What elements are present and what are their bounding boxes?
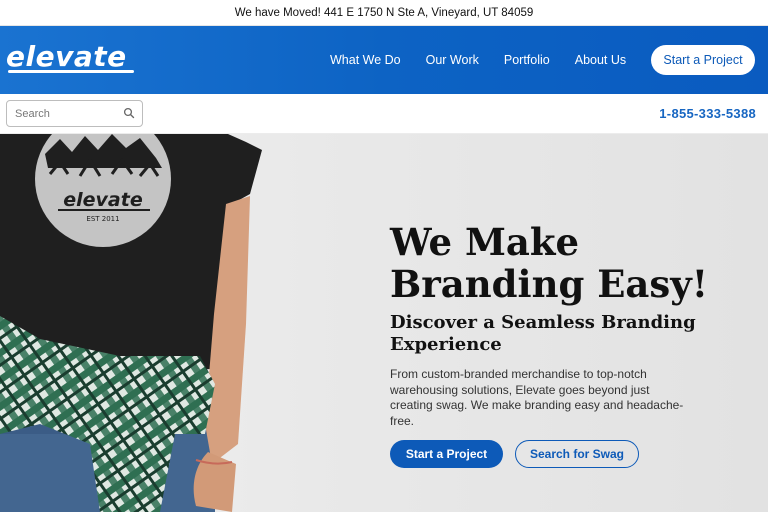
phone-number-link[interactable]: 1-855-333-5388 bbox=[659, 106, 756, 121]
logo-underline bbox=[8, 70, 134, 73]
nav-our-work[interactable]: Our Work bbox=[426, 53, 479, 67]
elevate-logo[interactable]: elevate bbox=[6, 40, 127, 73]
hero-model-photo: elevate EST 2011 bbox=[0, 134, 262, 512]
hero-section: elevate EST 2011 We Make Branding Easy! … bbox=[0, 134, 768, 512]
utility-bar: 1-855-333-5388 bbox=[0, 94, 768, 134]
announcement-bar: We have Moved! 441 E 1750 N Ste A, Viney… bbox=[0, 0, 768, 26]
nav-what-we-do[interactable]: What We Do bbox=[330, 53, 401, 67]
search-for-swag-button[interactable]: Search for Swag bbox=[515, 440, 639, 468]
hero-title-line1: We Make bbox=[390, 220, 580, 264]
search-input[interactable] bbox=[15, 105, 115, 123]
announcement-text: We have Moved! 441 E 1750 N Ste A, Viney… bbox=[234, 6, 534, 19]
hero-title: We Make Branding Easy! bbox=[390, 221, 730, 305]
start-project-nav-button[interactable]: Start a Project bbox=[651, 45, 755, 75]
hero-description: From custom-branded merchandise to top-n… bbox=[390, 367, 684, 428]
nav-links: What We Do Our Work Portfolio About Us bbox=[330, 26, 651, 94]
nav-about-us[interactable]: About Us bbox=[575, 53, 626, 67]
shirt-logo-sub: EST 2011 bbox=[86, 215, 119, 223]
start-project-button[interactable]: Start a Project bbox=[390, 440, 503, 468]
hero-subtitle: Discover a Seamless Branding Experience bbox=[390, 312, 696, 355]
search-box bbox=[6, 100, 143, 127]
main-navbar: elevate What We Do Our Work Portfolio Ab… bbox=[0, 26, 768, 94]
shirt-logo-text: elevate bbox=[63, 189, 143, 211]
search-icon[interactable] bbox=[123, 107, 135, 119]
nav-portfolio[interactable]: Portfolio bbox=[504, 53, 550, 67]
hero-title-line2: Branding Easy! bbox=[390, 262, 708, 306]
